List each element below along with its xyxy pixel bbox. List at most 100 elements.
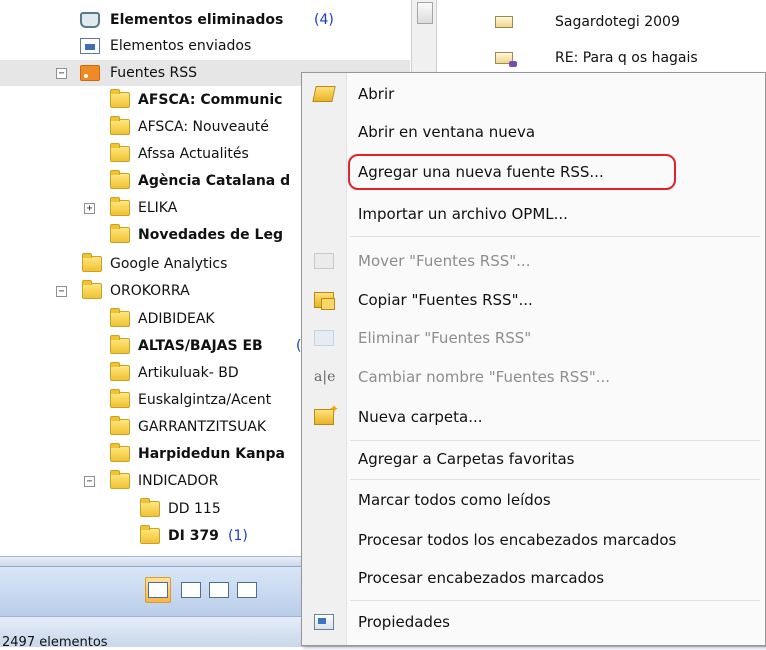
menu-item-label: Propiedades (358, 613, 450, 631)
folder-label: Fuentes RSS (110, 65, 197, 81)
delete-folder-icon (314, 330, 334, 346)
tasks-icon (237, 582, 257, 598)
tasks-nav-button[interactable] (234, 577, 260, 603)
menu-item-abrir[interactable]: Abrir (302, 77, 765, 111)
folder-label: Elementos enviados (110, 38, 252, 54)
folder-icon (110, 170, 130, 189)
folder-label: DD 115 (168, 501, 221, 517)
menu-item-label: Agregar una nueva fuente RSS... (358, 163, 604, 181)
copy-folder-icon (314, 292, 335, 310)
folder-label: ADIBIDEAK (138, 311, 215, 327)
menu-item-marcar-leidos[interactable]: Marcar todos como leídos (302, 483, 765, 517)
unread-count: (4) (314, 12, 334, 28)
menu-item-label: Cambiar nombre "Fuentes RSS"... (358, 368, 611, 386)
menu-item-label: Abrir (358, 85, 395, 103)
menu-item-favoritas[interactable]: Agregar a Carpetas favoritas (302, 442, 765, 476)
rss-icon (80, 65, 100, 81)
folder-icon (110, 143, 130, 162)
folder-label: Euskalgintza/Acent (138, 392, 272, 408)
move-folder-icon (314, 253, 334, 269)
folder-label: DI 379 (168, 528, 219, 544)
context-menu: Abrir Abrir en ventana nueva Agregar una… (301, 72, 766, 646)
folder-label: Artikuluak- BD (138, 365, 239, 381)
folder-label: Novedades de Leg (138, 227, 283, 243)
menu-item-abrir-ventana[interactable]: Abrir en ventana nueva (302, 115, 765, 149)
unread-count: (1) (228, 528, 248, 544)
folder-icon (110, 89, 130, 108)
folder-label: OROKORRA (110, 283, 190, 299)
folder-item-elementos-eliminados[interactable]: Elementos eliminados (4) (0, 7, 410, 33)
folder-icon (140, 525, 160, 544)
collapse-toggle[interactable]: − (56, 286, 67, 297)
folder-icon (110, 197, 130, 216)
collapse-toggle[interactable]: − (56, 68, 67, 79)
message-row[interactable]: RE: Para q os hagais (437, 44, 766, 72)
menu-item-label: Copiar "Fuentes RSS"... (358, 291, 533, 309)
folder-icon (110, 470, 130, 489)
folder-label: Elementos eliminados (110, 12, 284, 28)
menu-separator (350, 479, 760, 480)
message-subject: RE: Para q os hagais (555, 50, 698, 66)
folder-label: AFSCA: Communic (138, 92, 283, 108)
folder-item-elementos-enviados[interactable]: Elementos enviados (0, 33, 410, 59)
folder-icon (110, 335, 130, 354)
contacts-icon (209, 582, 229, 598)
new-folder-icon (314, 402, 339, 425)
mail-nav-button[interactable] (145, 577, 171, 603)
folder-icon (140, 498, 160, 517)
folder-icon (82, 280, 102, 299)
trash-icon (80, 12, 100, 28)
menu-separator (350, 440, 760, 441)
mail-icon (148, 582, 168, 598)
menu-item-label: Eliminar "Fuentes RSS" (358, 329, 532, 347)
folder-label: Afssa Actualités (138, 146, 249, 162)
open-folder-icon (312, 86, 336, 102)
calendar-nav-button[interactable] (178, 577, 204, 603)
item-count: 2497 elementos (2, 635, 108, 650)
folder-label: Harpidedun Kanpa (138, 446, 285, 462)
menu-item-label: Procesar todos los encabezados marcados (358, 531, 677, 549)
menu-item-label: Importar un archivo OPML... (358, 205, 568, 223)
menu-item-nueva-carpeta[interactable]: Nueva carpeta... (302, 400, 765, 434)
menu-item-procesar-marcados[interactable]: Procesar encabezados marcados (302, 561, 765, 595)
menu-item-label: Agregar a Carpetas favoritas (358, 450, 575, 468)
folder-icon (110, 389, 130, 408)
envelope-reply-icon (495, 52, 517, 67)
menu-separator (350, 236, 760, 237)
folder-icon (110, 443, 130, 462)
collapse-toggle[interactable]: − (84, 476, 95, 487)
calendar-icon (181, 582, 201, 598)
menu-item-importar-opml[interactable]: Importar un archivo OPML... (302, 197, 765, 231)
folder-icon (110, 416, 130, 435)
rename-icon: a|e (314, 369, 336, 385)
menu-item-label: Mover "Fuentes RSS"... (358, 252, 531, 270)
menu-item-label: Procesar encabezados marcados (358, 569, 605, 587)
envelope-icon (495, 16, 513, 28)
expand-toggle[interactable]: + (84, 203, 95, 214)
folder-icon (110, 362, 130, 381)
contacts-nav-button[interactable] (206, 577, 232, 603)
message-subject: Sagardotegi 2009 (555, 14, 680, 30)
menu-item-procesar-todos[interactable]: Procesar todos los encabezados marcados (302, 523, 765, 557)
menu-item-label: Marcar todos como leídos (358, 491, 551, 509)
folder-label: ALTAS/BAJAS EB (138, 338, 263, 354)
menu-item-copiar[interactable]: Copiar "Fuentes RSS"... (302, 283, 765, 317)
menu-item-cambiar-nombre[interactable]: a|e Cambiar nombre "Fuentes RSS"... (302, 360, 765, 394)
folder-icon (110, 308, 130, 327)
menu-item-propiedades[interactable]: Propiedades (302, 605, 765, 639)
menu-item-mover[interactable]: Mover "Fuentes RSS"... (302, 244, 765, 278)
folder-label: Agència Catalana d (138, 173, 291, 189)
menu-item-eliminar[interactable]: Eliminar "Fuentes RSS" (302, 321, 765, 355)
menu-separator (350, 600, 760, 601)
folder-icon (110, 224, 130, 243)
folder-label: ELIKA (138, 200, 178, 216)
message-row[interactable]: Sagardotegi 2009 (437, 8, 766, 36)
folder-label: GARRANTZITSUAK (138, 419, 267, 435)
folder-label: INDICADOR (138, 473, 219, 489)
menu-item-label: Nueva carpeta... (358, 408, 483, 426)
folder-icon (82, 253, 102, 272)
folder-label: Google Analytics (110, 256, 228, 272)
properties-icon (314, 614, 334, 630)
menu-item-agregar-fuente-rss[interactable]: Agregar una nueva fuente RSS... (302, 155, 765, 189)
scroll-thumb[interactable] (417, 2, 433, 24)
